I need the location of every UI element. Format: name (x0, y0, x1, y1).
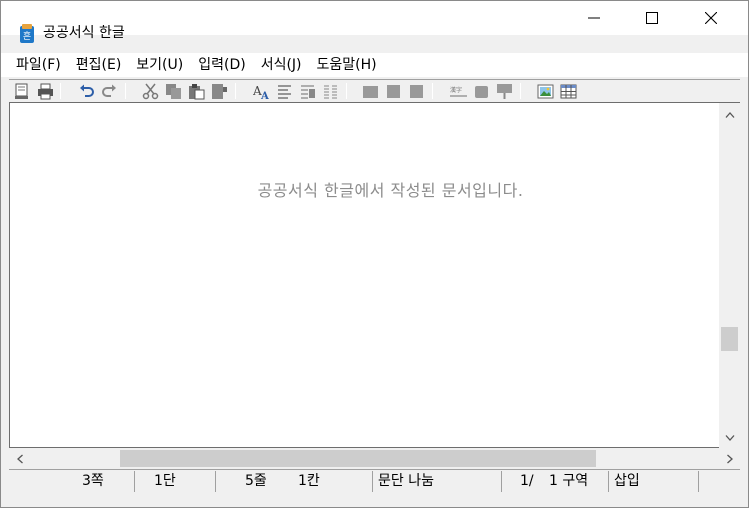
status-separator (215, 471, 216, 492)
column-icon[interactable] (322, 83, 339, 100)
close-icon (705, 12, 717, 24)
status-column: 1단 (154, 473, 176, 489)
status-separator (134, 471, 135, 492)
status-char: 1칸 (298, 473, 320, 489)
svg-text:A: A (260, 91, 269, 100)
svg-text:漢字: 漢字 (450, 86, 462, 94)
minimize-button[interactable] (571, 1, 617, 35)
toolbar-separator (235, 83, 236, 99)
paragraph-icon[interactable] (276, 83, 293, 100)
style-icon[interactable] (299, 83, 316, 100)
preview-icon[interactable] (13, 83, 30, 100)
status-bar: 3쪽 1단 5줄 1칸 문단 나눔 1/ 1 구역 삽입 (9, 469, 740, 492)
status-line: 5줄 (245, 473, 267, 489)
align-center-block-icon[interactable] (385, 83, 402, 100)
title-bar: 흔 공공서식 한글 (1, 1, 748, 43)
menu-help[interactable]: 도움말(H) (317, 54, 377, 76)
horizontal-scroll-thumb[interactable] (120, 450, 596, 467)
vertical-scroll-thumb[interactable] (721, 327, 738, 351)
window-title: 공공서식 한글 (43, 25, 125, 41)
chevron-left-icon (16, 454, 23, 463)
toolbar-separator (432, 83, 433, 99)
svg-text:흔: 흔 (23, 30, 31, 42)
document-text: 공공서식 한글에서 작성된 문서입니다. (257, 181, 524, 200)
maximize-icon (646, 12, 658, 24)
undo-icon[interactable] (78, 83, 95, 100)
toolbar-separator (346, 83, 347, 99)
shape-icon[interactable] (473, 83, 490, 100)
document-area[interactable]: 공공서식 한글에서 작성된 문서입니다. (9, 102, 719, 448)
menu-view[interactable]: 보기(U) (136, 54, 183, 76)
copy-icon[interactable] (165, 83, 182, 100)
status-page-of: 1/ (520, 473, 534, 489)
close-button[interactable] (688, 1, 734, 35)
toolbar-separator (60, 83, 61, 99)
align-right-block-icon[interactable] (408, 83, 425, 100)
image-icon[interactable] (537, 83, 554, 100)
paste-icon[interactable] (188, 83, 205, 100)
vertical-scrollbar[interactable] (719, 102, 740, 448)
menu-edit[interactable]: 편집(E) (76, 54, 122, 76)
status-separator (501, 471, 502, 492)
table-icon[interactable] (560, 83, 577, 100)
font-icon[interactable]: AA (253, 83, 270, 100)
chevron-down-icon (725, 434, 734, 441)
chevron-right-icon (726, 454, 733, 463)
presentation-icon[interactable] (496, 83, 513, 100)
scroll-right-button[interactable] (721, 448, 738, 469)
app-window: 흔 공공서식 한글 파일(F) 편집(E) 보기(U) 입력(D) 서식(J) … (0, 0, 749, 508)
status-insert-mode[interactable]: 삽입 (614, 470, 640, 492)
menu-file[interactable]: 파일(F) (16, 54, 61, 76)
menu-bar: 파일(F) 편집(E) 보기(U) 입력(D) 서식(J) 도움말(H) (1, 53, 748, 77)
hanja-icon[interactable]: 漢字 (450, 83, 467, 100)
status-separator (698, 471, 699, 492)
print-icon[interactable] (37, 83, 54, 100)
scroll-down-button[interactable] (719, 429, 740, 446)
minimize-icon (588, 17, 600, 19)
status-separator (608, 471, 609, 492)
status-section: 1 구역 (549, 473, 589, 489)
chevron-up-icon (725, 111, 734, 118)
scroll-left-button[interactable] (11, 448, 28, 469)
toolbar-separator (520, 83, 521, 99)
maximize-button[interactable] (629, 1, 675, 35)
format-paint-icon[interactable] (211, 83, 228, 100)
menu-insert[interactable]: 입력(D) (198, 54, 245, 76)
align-left-block-icon[interactable] (362, 83, 379, 100)
menu-format[interactable]: 서식(J) (261, 54, 302, 76)
app-icon: 흔 (20, 24, 34, 43)
cut-icon[interactable] (142, 83, 159, 100)
horizontal-scrollbar[interactable] (9, 448, 740, 469)
status-separator (372, 471, 373, 492)
toolbar: AA 漢字 (9, 79, 740, 102)
scroll-up-button[interactable] (719, 106, 740, 123)
status-page: 3쪽 (82, 473, 104, 489)
redo-icon[interactable] (101, 83, 118, 100)
status-paragraph-break: 문단 나눔 (378, 473, 434, 489)
toolbar-separator (125, 83, 126, 99)
